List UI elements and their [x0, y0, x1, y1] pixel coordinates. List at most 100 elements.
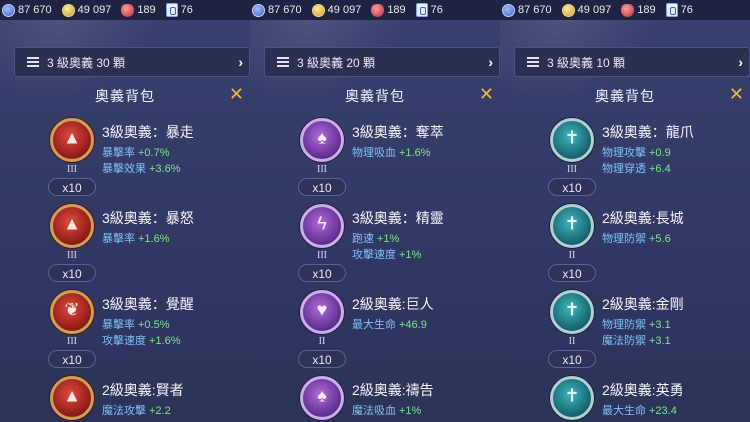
stat-line: 最大生命 +23.4	[602, 402, 677, 418]
sort-dropdown[interactable]: 3 級奧義 30 顆 ›	[14, 47, 250, 77]
coin-icon	[61, 3, 75, 17]
flame-icon: ▲	[63, 127, 81, 148]
quantity-badge: x10	[298, 350, 346, 368]
ruby-icon	[371, 3, 385, 17]
list-item[interactable]: ✝ 2級奧義:英勇 最大生命 +23.4	[550, 376, 740, 420]
ruby-icon	[621, 3, 635, 17]
skill-name: 2級奧義:禱告	[352, 382, 434, 398]
stat-label: 攻擊速度	[102, 335, 146, 347]
skill-emblem[interactable]: ▲	[50, 118, 94, 162]
stat-label: 暴擊率	[102, 233, 135, 245]
list-icon	[527, 57, 539, 67]
resource-card: 76	[164, 0, 201, 20]
sword-icon: ✝	[564, 299, 580, 320]
skill-name: 2級奧義:長城	[602, 210, 684, 226]
sort-dropdown[interactable]: 3 級奧義 10 顆 ›	[514, 47, 750, 77]
resource-value: 87 670	[18, 4, 52, 16]
sort-dropdown[interactable]: 3 級奧義 20 顆 ›	[264, 47, 500, 77]
stat-value: +2.2	[149, 405, 171, 417]
skill-emblem[interactable]: ❦	[50, 290, 94, 334]
ruby-icon	[121, 3, 135, 17]
list-item[interactable]: ▲ III x10 3級奧義：暴怒 暴擊率 +1.6%	[48, 204, 240, 282]
list-item[interactable]: ✝ II x10 2級奧義:長城 物理防禦 +5.6	[548, 204, 740, 282]
card-icon	[165, 3, 178, 17]
stat-value: +6.4	[649, 163, 671, 175]
list-item[interactable]: ♠ III x10 3級奧義：奪萃 物理吸血 +1.6%	[298, 118, 490, 196]
stat-label: 物理吸血	[352, 147, 396, 159]
inventory-panel: 87 670 49 097 189 76 3 級奧義 10 顆 › 奧義背包 ✕ ✝ III x10…	[500, 0, 750, 422]
stat-line: 攻擊速度 +1.6%	[102, 332, 181, 348]
stat-line: 暴擊率 +0.5%	[102, 316, 170, 332]
quantity-badge: x10	[48, 350, 96, 368]
chevron-right-icon[interactable]: ›	[238, 54, 243, 70]
close-icon[interactable]: ✕	[229, 85, 244, 103]
gem-icon	[502, 3, 515, 17]
feather-icon: ❦	[64, 299, 80, 320]
tier-label: III	[67, 336, 77, 347]
coin-icon	[311, 3, 325, 17]
sword-icon: ✝	[564, 385, 580, 406]
skill-emblem[interactable]: ✝	[550, 118, 594, 162]
skill-emblem[interactable]: ♥	[300, 290, 344, 334]
resource-value: 76	[680, 4, 693, 16]
chevron-right-icon[interactable]: ›	[488, 54, 493, 70]
stat-label: 魔法吸血	[352, 405, 396, 417]
skill-emblem[interactable]: ♠	[300, 376, 344, 420]
quantity-badge: x10	[48, 178, 96, 196]
list-item[interactable]: ▲ III x10 3級奧義：暴走 暴擊率 +0.7% 暴擊效果 +3.6%	[48, 118, 240, 196]
gem-icon	[2, 3, 15, 17]
stat-value: +1%	[399, 249, 422, 261]
resource-ruby: 189	[619, 0, 663, 20]
stat-label: 物理攻擊	[602, 147, 646, 159]
chevron-right-icon[interactable]: ›	[738, 54, 743, 70]
tier-label: III	[67, 164, 77, 175]
skill-name: 3級奧義：暴怒	[102, 210, 194, 226]
close-icon[interactable]: ✕	[729, 85, 744, 103]
tier-label: II	[568, 336, 576, 347]
list-item[interactable]: ❦ III x10 3級奧義：覺醒 暴擊率 +0.5% 攻擊速度 +1.6%	[48, 290, 240, 368]
stat-line: 魔法防禦 +3.1	[602, 332, 671, 348]
resource-gem: 87 670	[0, 0, 60, 20]
resource-gem: 87 670	[250, 0, 310, 20]
list-item[interactable]: ✝ III x10 3級奧義：龍爪 物理攻擊 +0.9 物理穿透 +6.4	[548, 118, 740, 196]
spade-icon: ♠	[317, 127, 327, 148]
stat-value: +0.5%	[138, 319, 170, 331]
sword-icon: ✝	[564, 213, 580, 234]
skill-name: 3級奧義：暴走	[102, 124, 194, 140]
stat-value: +1%	[399, 405, 422, 417]
stat-line: 物理穿透 +6.4	[602, 160, 671, 176]
list-item[interactable]: ▲ 2級奧義:賢者 魔法攻擊 +2.2	[50, 376, 240, 420]
skill-emblem[interactable]: ✝	[550, 204, 594, 248]
skill-emblem[interactable]: ✝	[550, 290, 594, 334]
quantity-badge: x10	[548, 350, 596, 368]
close-icon[interactable]: ✕	[479, 85, 494, 103]
skill-emblem[interactable]: ♠	[300, 118, 344, 162]
stat-line: 魔法攻擊 +2.2	[102, 402, 171, 418]
panel-title: 奧義背包	[95, 88, 155, 104]
stat-value: +1%	[377, 233, 400, 245]
stat-value: +46.9	[399, 319, 427, 331]
spade-icon: ♠	[317, 385, 327, 406]
skill-name: 2級奧義:賢者	[102, 382, 184, 398]
resource-coin: 49 097	[60, 0, 120, 20]
resource-ruby: 189	[119, 0, 163, 20]
skill-emblem[interactable]: ▲	[50, 376, 94, 420]
skill-name: 3級奧義：奪萃	[352, 124, 444, 140]
list-item[interactable]: ✝ II x10 2級奧義:金剛 物理防禦 +3.1 魔法防禦 +3.1	[548, 290, 740, 368]
heart-icon: ♥	[316, 299, 328, 320]
list-item[interactable]: ♥ II x10 2級奧義:巨人 最大生命 +46.9	[298, 290, 490, 368]
stat-label: 跑速	[352, 233, 374, 245]
stat-label: 物理穿透	[602, 163, 646, 175]
list-icon	[277, 57, 289, 67]
quantity-badge: x10	[298, 264, 346, 282]
resource-value: 76	[180, 4, 193, 16]
skill-emblem[interactable]: ✝	[550, 376, 594, 420]
stat-line: 物理攻擊 +0.9	[602, 144, 671, 160]
skill-emblem[interactable]: ϟ	[300, 204, 344, 248]
inventory-panel: 87 670 49 097 189 76 3 級奧義 20 顆 › 奧義背包 ✕ ♠ III x10…	[250, 0, 500, 422]
tier-label: III	[317, 250, 327, 261]
resource-value: 189	[387, 4, 406, 16]
list-item[interactable]: ϟ III x10 3級奧義：精靈 跑速 +1% 攻擊速度 +1%	[298, 204, 490, 282]
list-item[interactable]: ♠ 2級奧義:禱告魔法吸血 +1%	[300, 376, 490, 420]
skill-emblem[interactable]: ▲	[50, 204, 94, 248]
